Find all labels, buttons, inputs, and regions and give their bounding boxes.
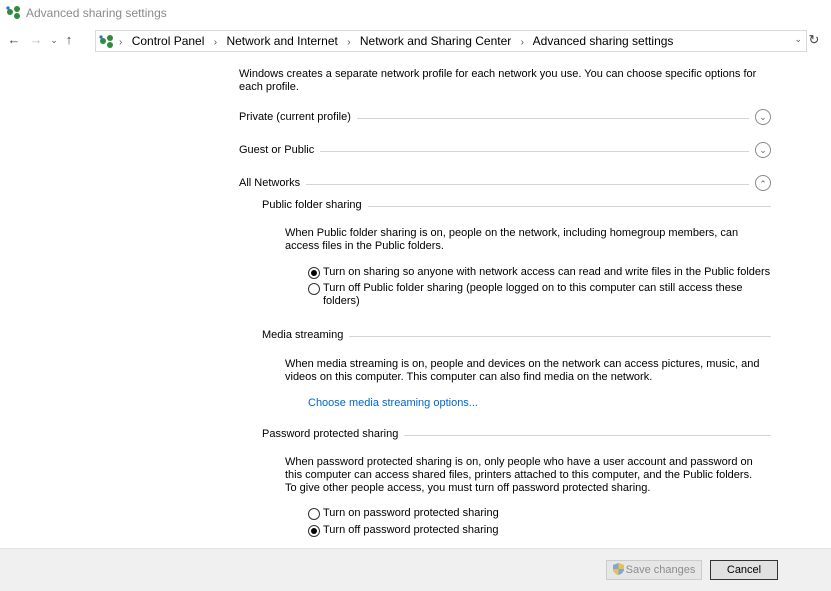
intro-text: Windows creates a separate network profi… — [239, 68, 757, 93]
settings-content[interactable]: Windows creates a separate network profi… — [0, 56, 831, 548]
radio-button[interactable] — [308, 525, 320, 537]
chevron-right-icon[interactable]: › — [214, 37, 217, 48]
chevron-up-icon[interactable]: ⌃ — [755, 175, 771, 191]
navigation-bar: ← → ⌄ ↑ › Control Panel › Network and In… — [0, 28, 831, 54]
profile-all-networks-label[interactable]: All Networks — [239, 177, 307, 189]
arrow-left-icon[interactable]: ← — [6, 32, 22, 48]
profile-guest-public[interactable]: Guest or Public ⌄ — [239, 142, 771, 158]
save-changes-button[interactable]: Save changes — [606, 560, 702, 580]
window-title: Advanced sharing settings — [26, 6, 167, 20]
footer-bar: Save changes Cancel — [0, 548, 831, 591]
save-changes-label: Save changes — [625, 564, 696, 576]
password-on-label[interactable]: Turn on password protected sharing — [323, 507, 499, 520]
breadcrumb-network-internet[interactable]: Network and Internet — [226, 34, 337, 48]
password-sharing-heading: Password protected sharing — [262, 428, 405, 440]
breadcrumb-control-panel[interactable]: Control Panel — [132, 34, 205, 48]
breadcrumb-network-sharing-center[interactable]: Network and Sharing Center — [360, 34, 511, 48]
profile-all-networks[interactable]: All Networks ⌃ — [239, 175, 771, 191]
network-sharing-icon — [6, 6, 20, 19]
radio-button[interactable] — [308, 267, 320, 279]
media-streaming-heading: Media streaming — [262, 329, 350, 341]
cancel-button[interactable]: Cancel — [710, 560, 778, 580]
radio-button[interactable] — [308, 508, 320, 520]
refresh-icon[interactable]: ↻ — [806, 32, 822, 48]
profile-private-label[interactable]: Private (current profile) — [239, 111, 357, 123]
address-bar[interactable]: › Control Panel › Network and Internet ›… — [95, 30, 807, 52]
chevron-right-icon[interactable]: › — [521, 37, 524, 48]
divider — [239, 184, 749, 185]
chevron-down-icon[interactable]: ⌄ — [755, 142, 771, 158]
chevron-right-icon[interactable]: › — [347, 37, 350, 48]
profile-guest-label[interactable]: Guest or Public — [239, 144, 321, 156]
arrow-up-icon[interactable]: ↑ — [61, 32, 77, 48]
public-folder-heading: Public folder sharing — [262, 199, 368, 211]
public-folder-off-label[interactable]: Turn off Public folder sharing (people l… — [323, 282, 763, 308]
radio-button[interactable] — [308, 283, 320, 295]
password-sharing-heading-row: Password protected sharing — [262, 427, 771, 441]
public-folder-heading-row: Public folder sharing — [262, 198, 771, 212]
password-sharing-description: When password protected sharing is on, o… — [285, 456, 753, 494]
profile-private[interactable]: Private (current profile) ⌄ — [239, 109, 771, 125]
public-folder-description: When Public folder sharing is on, people… — [285, 227, 739, 252]
media-streaming-heading-row: Media streaming — [262, 328, 771, 342]
network-sharing-icon — [99, 35, 113, 48]
shield-icon — [612, 563, 624, 575]
chevron-down-icon[interactable]: ⌄ — [755, 109, 771, 125]
media-streaming-options-link[interactable]: Choose media streaming options... — [308, 397, 478, 410]
password-off-label[interactable]: Turn off password protected sharing — [323, 524, 498, 537]
media-streaming-description: When media streaming is on, people and d… — [285, 358, 760, 383]
chevron-right-icon[interactable]: › — [119, 37, 122, 48]
title-bar: Advanced sharing settings — [0, 0, 831, 26]
breadcrumb: › Control Panel › Network and Internet ›… — [119, 34, 673, 48]
breadcrumb-advanced-sharing[interactable]: Advanced sharing settings — [533, 34, 674, 48]
chevron-down-icon[interactable]: ⌄ — [46, 32, 62, 48]
public-folder-on-label[interactable]: Turn on sharing so anyone with network a… — [323, 266, 770, 279]
address-dropdown-icon[interactable]: ⌄ — [794, 34, 802, 45]
arrow-right-icon[interactable]: → — [28, 32, 44, 48]
